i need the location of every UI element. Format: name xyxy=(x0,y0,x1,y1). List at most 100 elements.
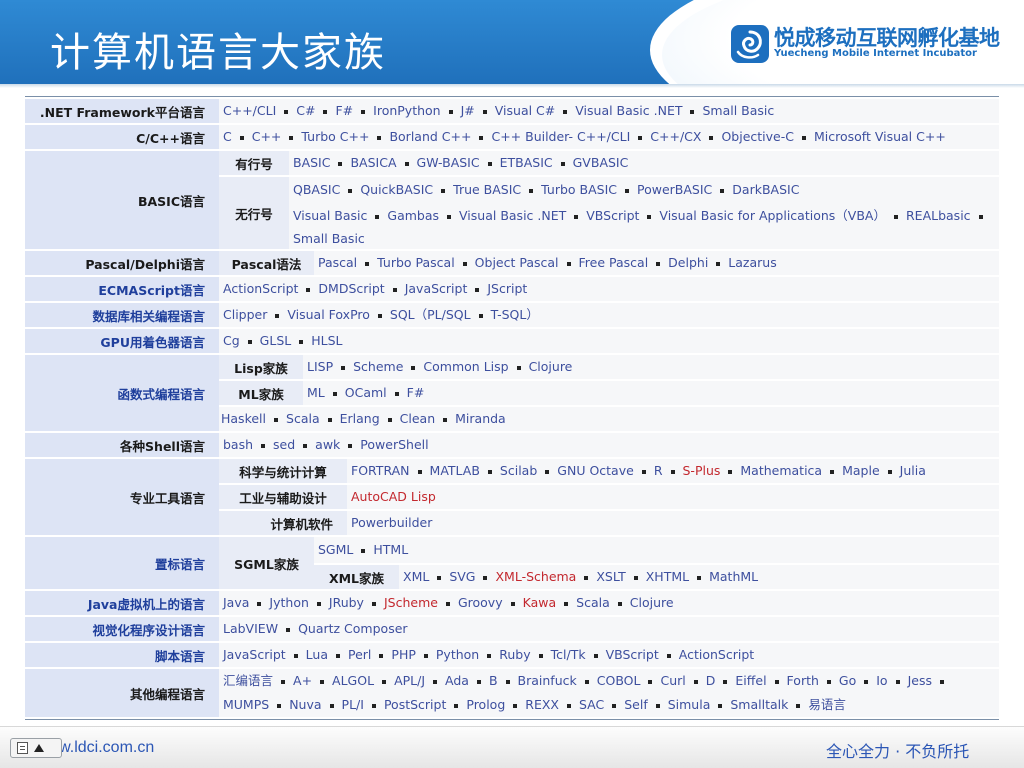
language-link[interactable]: Visual Basic for Applications（VBA） xyxy=(659,208,886,223)
language-link[interactable]: D xyxy=(706,673,716,688)
language-link[interactable]: Maple xyxy=(842,463,880,478)
language-link[interactable]: HLSL xyxy=(311,333,342,348)
language-link[interactable]: Borland C++ xyxy=(389,129,471,144)
language-link[interactable]: Quartz Composer xyxy=(298,621,407,636)
language-link[interactable]: SQL（PL/SQL xyxy=(390,307,471,322)
language-link[interactable]: GLSL xyxy=(260,333,292,348)
language-link[interactable]: BASIC xyxy=(293,155,330,170)
language-link[interactable]: ETBASIC xyxy=(500,155,553,170)
language-link[interactable]: JavaScript xyxy=(223,647,286,662)
language-link[interactable]: Self xyxy=(624,697,648,712)
language-link[interactable]: VBScript xyxy=(606,647,659,662)
language-link[interactable]: Turbo Pascal xyxy=(377,255,455,270)
language-link[interactable]: Visual FoxPro xyxy=(287,307,370,322)
language-link[interactable]: COBOL xyxy=(597,673,641,688)
language-link[interactable]: AutoCAD Lisp xyxy=(351,489,436,504)
language-link[interactable]: Curl xyxy=(660,673,685,688)
language-link[interactable]: REALbasic xyxy=(906,208,971,223)
language-link[interactable]: Scilab xyxy=(500,463,537,478)
language-link[interactable]: Prolog xyxy=(466,697,505,712)
language-link[interactable]: SGML xyxy=(318,542,353,557)
language-link[interactable]: XSLT xyxy=(596,569,625,584)
previous-slide-arrow-icon[interactable] xyxy=(34,744,44,752)
language-link[interactable]: F# xyxy=(407,385,425,400)
language-link[interactable]: SVG xyxy=(449,569,475,584)
language-link[interactable]: 汇编语言 xyxy=(223,673,273,688)
language-link[interactable]: HTML xyxy=(373,542,408,557)
language-link[interactable]: PowerBASIC xyxy=(637,182,712,197)
language-link[interactable]: ALGOL xyxy=(332,673,374,688)
language-link[interactable]: GNU Octave xyxy=(557,463,634,478)
language-link[interactable]: MathML xyxy=(709,569,758,584)
language-link[interactable]: FORTRAN xyxy=(351,463,410,478)
language-link[interactable]: B xyxy=(489,673,498,688)
language-link[interactable]: C# xyxy=(296,103,315,118)
language-link[interactable]: Tcl/Tk xyxy=(551,647,586,662)
language-link[interactable]: Clojure xyxy=(630,595,674,610)
language-link[interactable]: Jython xyxy=(269,595,308,610)
language-link[interactable]: PL/I xyxy=(342,697,364,712)
language-link[interactable]: Perl xyxy=(348,647,371,662)
language-link[interactable]: Visual Basic .NET xyxy=(459,208,566,223)
language-link[interactable]: Object Pascal xyxy=(475,255,559,270)
language-link[interactable]: XML-Schema xyxy=(495,569,576,584)
slide-menu-icon[interactable] xyxy=(17,742,28,754)
language-link[interactable]: C++/CLI xyxy=(223,103,276,118)
language-link[interactable]: Scheme xyxy=(353,359,403,374)
language-link[interactable]: Nuva xyxy=(289,697,321,712)
language-link[interactable]: Delphi xyxy=(668,255,708,270)
language-link[interactable]: QBASIC xyxy=(293,182,340,197)
language-link[interactable]: JavaScript xyxy=(405,281,468,296)
language-link[interactable]: Haskell xyxy=(221,411,266,426)
language-link[interactable]: C++/CX xyxy=(650,129,701,144)
language-link[interactable]: DarkBASIC xyxy=(732,182,799,197)
language-link[interactable]: JScript xyxy=(487,281,527,296)
language-link[interactable]: Eiffel xyxy=(735,673,766,688)
language-link[interactable]: F# xyxy=(335,103,353,118)
language-link[interactable]: Clipper xyxy=(223,307,267,322)
language-link[interactable]: Small Basic xyxy=(702,103,774,118)
language-link[interactable]: True BASIC xyxy=(453,182,521,197)
language-link[interactable]: Free Pascal xyxy=(579,255,649,270)
language-link[interactable]: OCaml xyxy=(345,385,387,400)
language-link[interactable]: MATLAB xyxy=(430,463,480,478)
language-link[interactable]: 易语言 xyxy=(808,697,846,712)
language-link[interactable]: Go xyxy=(839,673,856,688)
language-link[interactable]: Pascal xyxy=(318,255,357,270)
language-link[interactable]: C++ Builder- C++/CLI xyxy=(491,129,630,144)
language-link[interactable]: Simula xyxy=(668,697,711,712)
language-link[interactable]: Lua xyxy=(306,647,328,662)
language-link[interactable]: PostScript xyxy=(384,697,446,712)
language-link[interactable]: A+ xyxy=(293,673,312,688)
language-link[interactable]: C xyxy=(223,129,232,144)
language-link[interactable]: Cg xyxy=(223,333,240,348)
language-link[interactable]: bash xyxy=(223,437,253,452)
language-link[interactable]: J# xyxy=(461,103,475,118)
language-link[interactable]: IronPython xyxy=(373,103,440,118)
language-link[interactable]: R xyxy=(654,463,663,478)
language-link[interactable]: Smalltalk xyxy=(730,697,788,712)
language-link[interactable]: Powerbuilder xyxy=(351,515,432,530)
language-link[interactable]: Scala xyxy=(576,595,610,610)
language-link[interactable]: QuickBASIC xyxy=(360,182,433,197)
language-link[interactable]: Scala xyxy=(286,411,320,426)
language-link[interactable]: Forth xyxy=(787,673,819,688)
language-link[interactable]: APL/J xyxy=(394,673,425,688)
language-link[interactable]: C++ xyxy=(252,129,282,144)
language-link[interactable]: Turbo BASIC xyxy=(541,182,617,197)
language-link[interactable]: Java xyxy=(223,595,249,610)
language-link[interactable]: Clean xyxy=(400,411,435,426)
language-link[interactable]: S-Plus xyxy=(683,463,721,478)
language-link[interactable]: Visual C# xyxy=(495,103,556,118)
language-link[interactable]: LISP xyxy=(307,359,333,374)
language-link[interactable]: Erlang xyxy=(340,411,380,426)
language-link[interactable]: Ada xyxy=(445,673,469,688)
language-link[interactable]: Python xyxy=(436,647,479,662)
language-link[interactable]: Lazarus xyxy=(728,255,776,270)
language-link[interactable]: Jess xyxy=(908,673,932,688)
language-link[interactable]: Mathematica xyxy=(740,463,822,478)
language-link[interactable]: Microsoft Visual C++ xyxy=(814,129,946,144)
language-link[interactable]: JScheme xyxy=(384,595,438,610)
language-link[interactable]: Julia xyxy=(900,463,926,478)
language-link[interactable]: Miranda xyxy=(455,411,506,426)
